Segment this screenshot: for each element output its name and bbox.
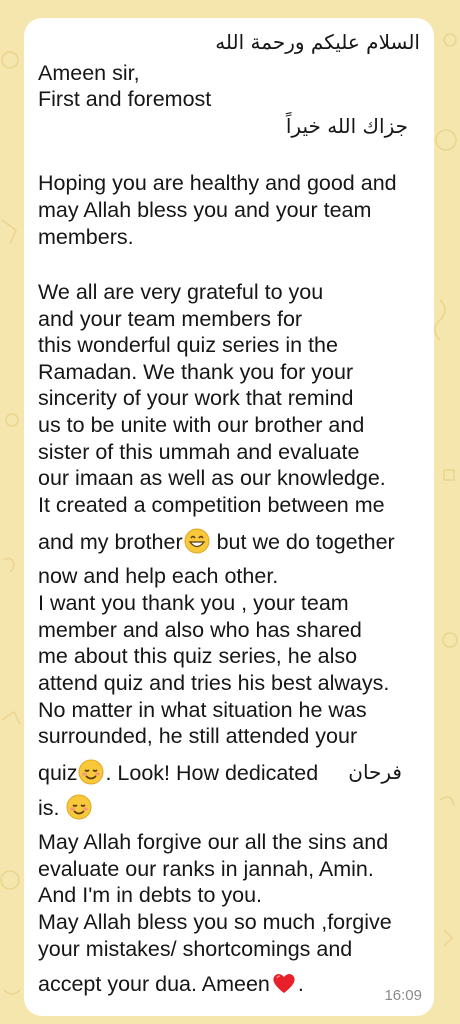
message-line: this wonderful quiz series in the (38, 333, 338, 357)
message-line: We all are very grateful to you (38, 280, 324, 304)
smiling-face-emoji (78, 759, 104, 785)
message-line: Hoping you are healthy and good and (38, 171, 397, 195)
message-line: I want you thank you , your team (38, 591, 349, 615)
message-line: now and help each other. (38, 564, 279, 588)
message-line: Ramadan. We thank you for your (38, 360, 354, 384)
greeting-arabic-text: السلام عليكم ورحمة الله (215, 30, 420, 54)
message-line: surrounded, he still attended your (38, 724, 358, 748)
message-text: quiz (38, 761, 78, 785)
message-line: May Allah forgive our all the sins and (38, 830, 389, 854)
message-line: is. (38, 794, 93, 822)
message-line: No matter in what situation he was (38, 698, 367, 722)
message-line: evaluate our ranks in jannah, Amin. (38, 857, 374, 881)
message-line: our imaan as well as our knowledge. (38, 466, 386, 490)
message-line: us to be unite with our brother and (38, 413, 365, 437)
message-line: May Allah bless you so much ,forgive (38, 910, 392, 934)
message-line: members. (38, 225, 134, 249)
message-text: accept your dua. Ameen (38, 972, 270, 996)
message-line: me about this quiz series, he also (38, 644, 358, 668)
message-text: . Look! How dedicated (105, 761, 319, 785)
message-line: and your team members for (38, 307, 303, 331)
message-text: . (297, 972, 304, 996)
grinning-face-emoji (184, 528, 210, 554)
message-line: sister of this ummah and evaluate (38, 440, 360, 464)
message-timestamp: 16:09 (384, 987, 422, 1004)
message-text: but we do together (210, 530, 395, 554)
message-line: sincerity of your work that remind (38, 386, 354, 410)
name-arabic-text: فرحان (348, 760, 402, 784)
message-line: attend quiz and tries his best always. (38, 671, 390, 695)
message-line: may Allah bless you and your team (38, 198, 372, 222)
message-line: member and also who has shared (38, 618, 362, 642)
message-bubble[interactable]: السلام عليكم ورحمة الله Ameen sir, First… (24, 18, 434, 1016)
message-line: It created a competition between me (38, 493, 385, 517)
message-line: And I'm in debts to you. (38, 883, 263, 907)
message-text: is. (38, 796, 60, 820)
smiling-face-emoji (66, 794, 92, 820)
message-line: Ameen sir, (38, 61, 140, 85)
message-line: quiz . Look! How dedicated (38, 759, 318, 787)
message-line: your mistakes/ shortcomings and (38, 937, 353, 961)
red-heart-emoji (273, 974, 295, 993)
message-line: and my brother but we do together (38, 528, 395, 556)
message-line: accept your dua. Ameen . (38, 970, 304, 998)
thanks-arabic-text: جزاك الله خيراً (285, 114, 408, 138)
message-line: First and foremost (38, 87, 212, 111)
message-text: and my brother (38, 530, 183, 554)
